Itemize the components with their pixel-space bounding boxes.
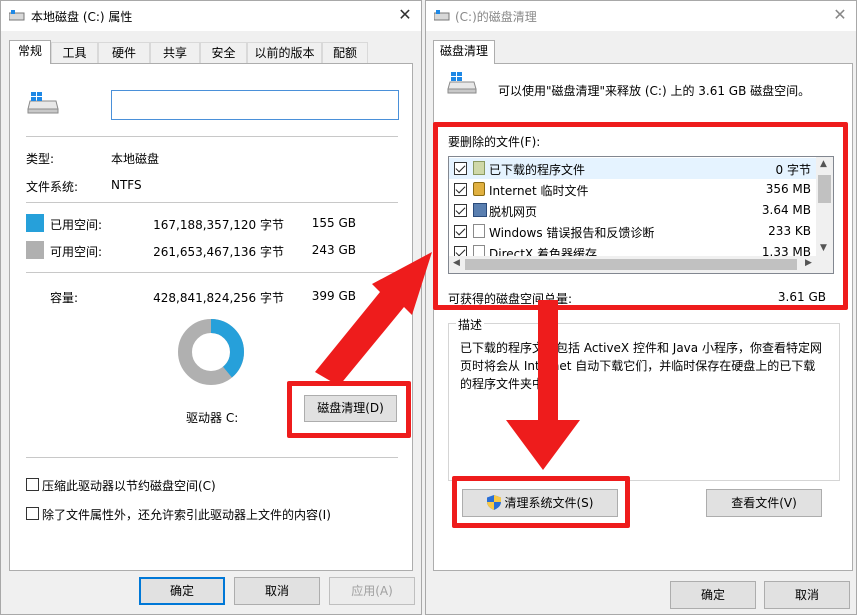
arrow-up-right	[315, 252, 432, 386]
tab-general[interactable]: 常规	[9, 40, 51, 64]
tab-disk-cleanup[interactable]: 磁盘清理	[433, 40, 495, 64]
arrow-annotations	[315, 252, 580, 470]
arrow-down	[506, 300, 580, 470]
